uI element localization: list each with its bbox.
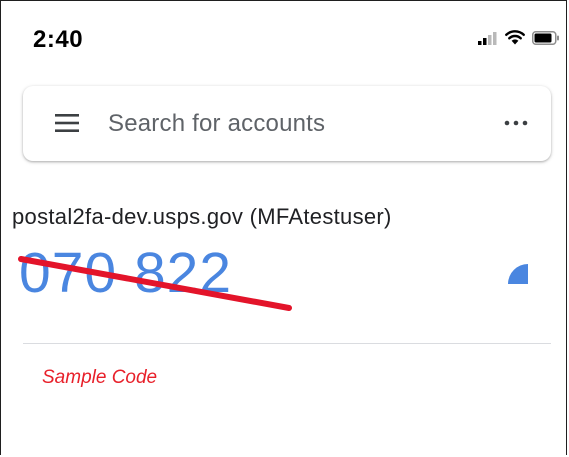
battery-icon bbox=[532, 31, 560, 50]
divider bbox=[23, 343, 551, 344]
account-name: postal2fa-dev.usps.gov (MFAtestuser) bbox=[12, 204, 392, 229]
sample-code-annotation: Sample Code bbox=[42, 367, 158, 388]
wifi-icon bbox=[505, 29, 525, 50]
signal-icon bbox=[478, 31, 498, 50]
status-time: 2:40 bbox=[33, 26, 84, 53]
status-icons bbox=[478, 29, 560, 50]
phone-screen: 2:40 Search for accounts postal2fa-dev.u… bbox=[0, 0, 567, 455]
otp-code[interactable]: 070 822 bbox=[19, 245, 232, 302]
hamburger-menu-icon[interactable] bbox=[55, 112, 79, 134]
search-input[interactable]: Search for accounts bbox=[108, 110, 325, 138]
countdown-timer-icon bbox=[507, 263, 529, 285]
search-bar[interactable]: Search for accounts bbox=[23, 86, 551, 161]
more-horizontal-icon[interactable] bbox=[503, 114, 529, 132]
status-bar: 2:40 bbox=[1, 1, 566, 75]
